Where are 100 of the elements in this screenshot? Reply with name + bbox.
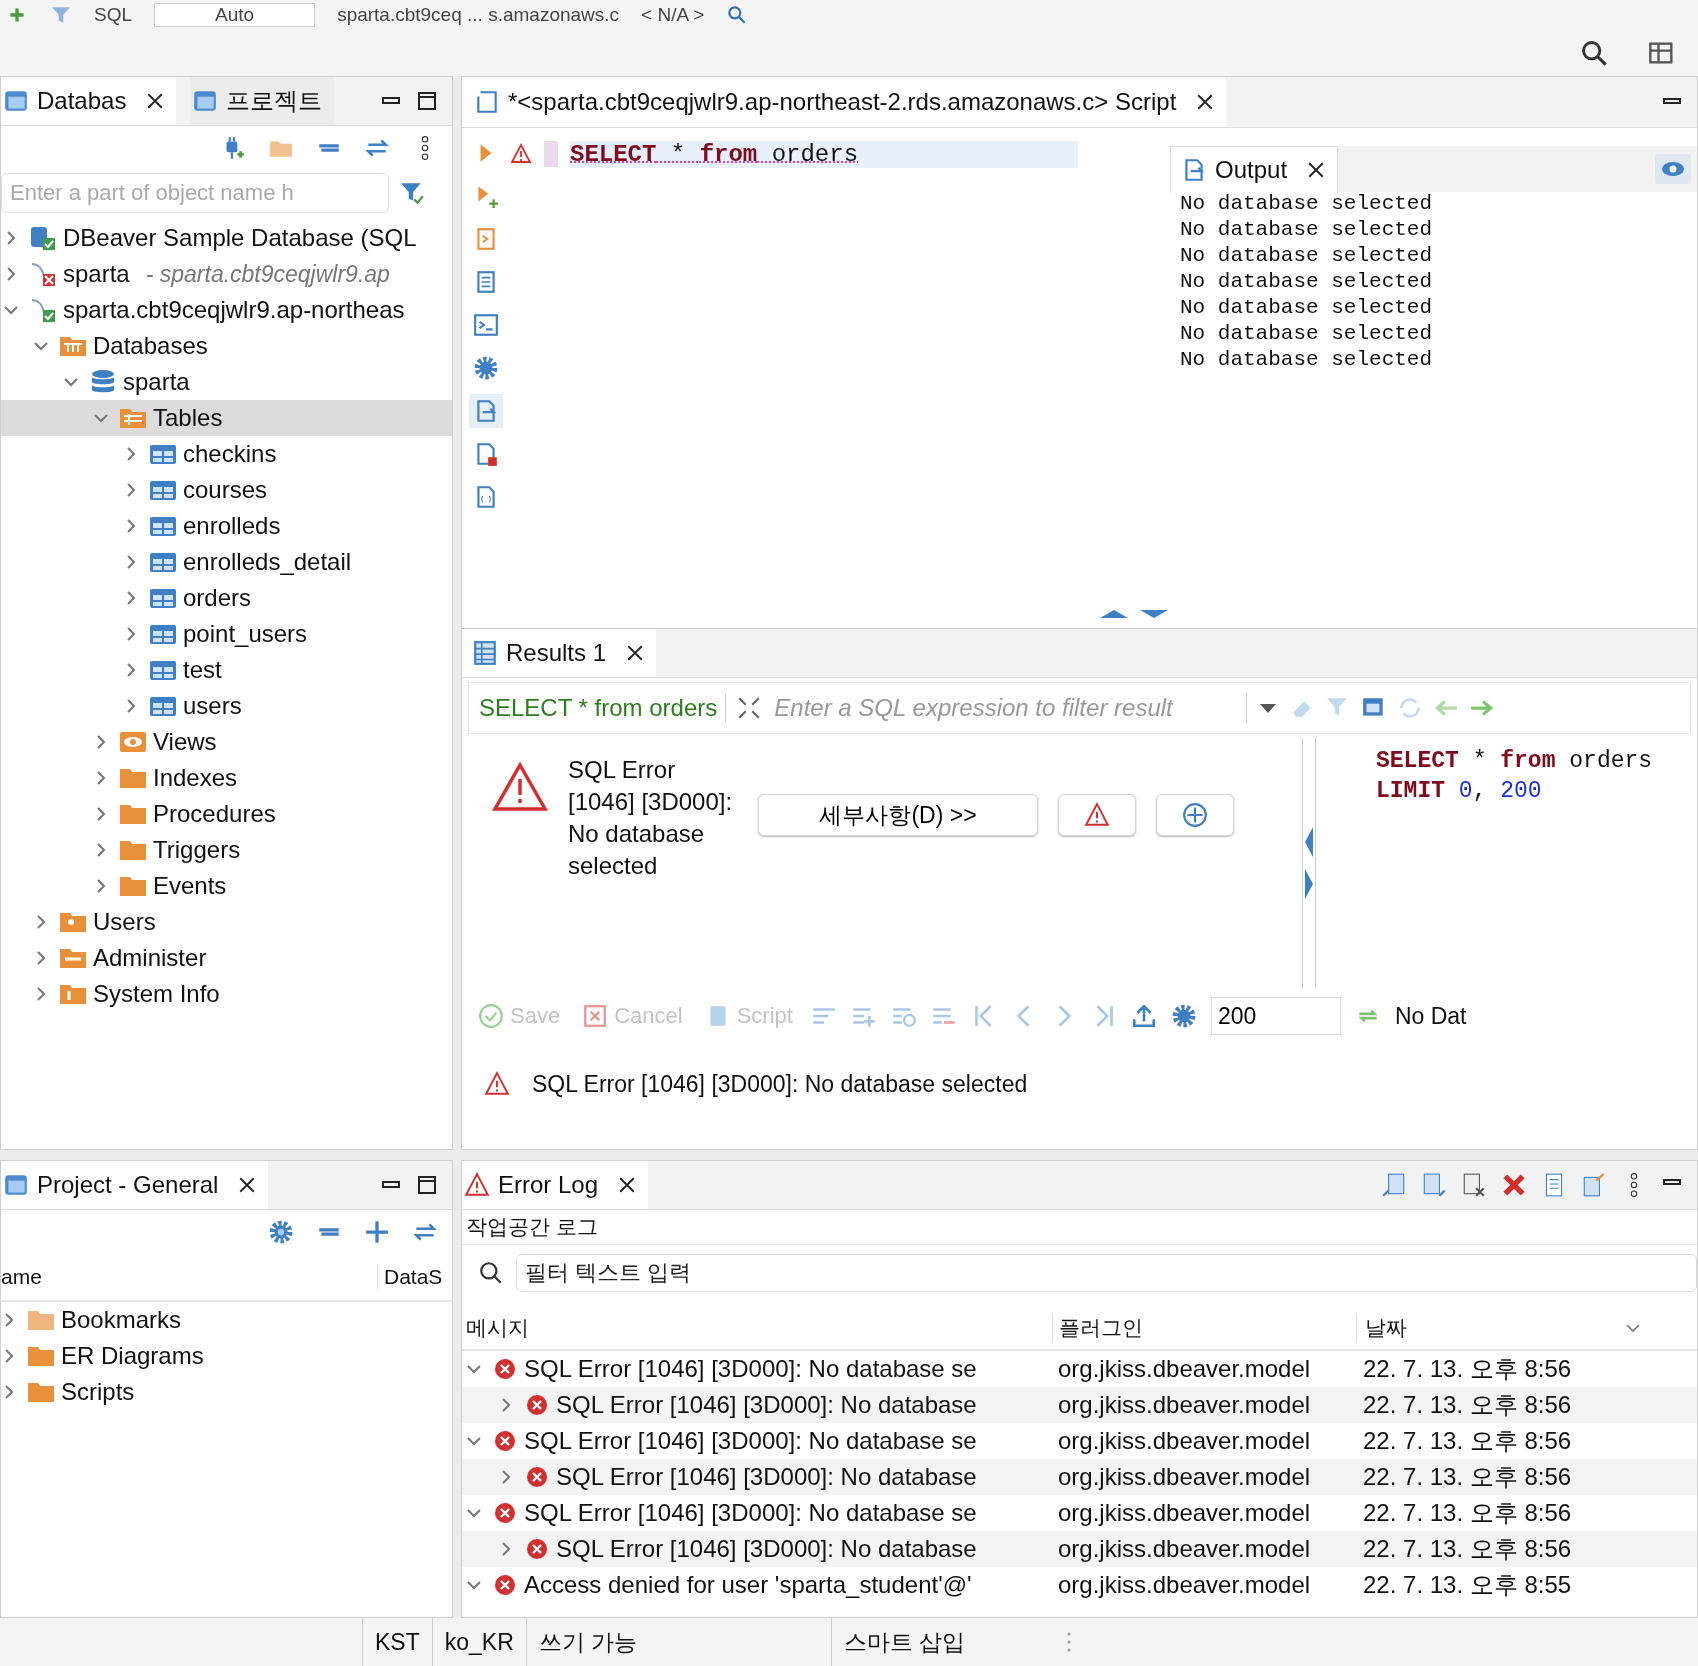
window-icon [3, 88, 29, 114]
output-line: No database selected [1180, 270, 1434, 295]
grid-icon [472, 640, 498, 666]
gear-icon[interactable] [1170, 1003, 1197, 1029]
crosshair-button[interactable] [1156, 794, 1234, 836]
status-field: 스마트 삽입 [830, 1618, 1066, 1666]
results-tab[interactable]: Results 1 [462, 629, 657, 677]
filter-field[interactable]: 필터 텍스트 입력 [516, 1254, 1697, 1292]
panel-tab[interactable]: Project - General [1, 1161, 269, 1209]
eye-icon[interactable] [1655, 154, 1691, 184]
tree-item[interactable]: Triggers [153, 836, 241, 864]
tree-item[interactable]: sparta [63, 260, 130, 288]
status-field: 쓰기 가능 [525, 1618, 831, 1666]
tree-item[interactable]: Users [93, 908, 156, 936]
editor-tab[interactable]: *<sparta.cbt9ceqjwlr9.ap-northeast-2.rds.amazonaws.c> Script [462, 77, 1227, 127]
code-line: LIMIT 0, 200 [1376, 778, 1543, 806]
toolbar-label[interactable]: SQL [94, 4, 133, 26]
output-line: No database selected [1180, 218, 1434, 243]
toolbar-label[interactable]: Auto [154, 3, 316, 27]
tree-item[interactable]: Databases [93, 332, 208, 360]
column-header[interactable]: 메시지 [462, 1314, 1052, 1342]
warning-icon [484, 1071, 510, 1097]
search-field[interactable]: Enter a part of object name h [1, 173, 389, 213]
tree-item[interactable]: users [183, 692, 242, 720]
tree-item[interactable]: Bookmarks [61, 1306, 182, 1334]
panel-tab[interactable]: 프로젝트 [190, 77, 335, 125]
gear-icon[interactable] [473, 355, 499, 381]
close-icon[interactable] [1307, 160, 1326, 179]
warning-icon [1084, 802, 1110, 828]
tree-item[interactable]: orders [183, 584, 252, 612]
error-icon [526, 1538, 548, 1560]
tree-item[interactable]: Scripts [61, 1378, 135, 1406]
toolbar-label[interactable]: sparta.cbt9ceq ... s.amazonaws.c [337, 4, 620, 26]
tree-item[interactable]: sparta [123, 368, 190, 396]
tree-item[interactable]: Indexes [153, 764, 238, 792]
error-icon [526, 1394, 548, 1416]
tree-item[interactable]: enrolleds_detail [183, 548, 352, 576]
tree-item[interactable]: Tables [153, 404, 223, 432]
tree-item[interactable]: point_users [183, 620, 308, 648]
toolbar-label[interactable]: < N/A > [641, 4, 705, 26]
warning-button[interactable] [1058, 794, 1136, 836]
crosshair-icon [1182, 802, 1208, 828]
filter-field[interactable]: Enter a SQL expression to filter result [772, 693, 1248, 723]
tree-item[interactable]: Events [153, 872, 227, 900]
panel-tab[interactable]: Error Log [462, 1161, 649, 1209]
tree-item[interactable]: checkins [183, 440, 277, 468]
column-header[interactable]: 날짜 [1356, 1314, 1625, 1342]
gear-icon[interactable] [268, 1219, 294, 1245]
search-icon[interactable] [1580, 39, 1608, 67]
open-log-icon[interactable] [1581, 1172, 1607, 1198]
close-icon[interactable] [1196, 93, 1215, 111]
plus-icon[interactable] [364, 1219, 390, 1245]
column-header[interactable]: ame [1, 1265, 377, 1289]
tree-item[interactable]: test [183, 656, 222, 684]
refresh-label: No Dat [1394, 1002, 1467, 1030]
close-icon[interactable] [146, 92, 165, 110]
column-header[interactable]: 플러그인 [1052, 1314, 1356, 1342]
status-field: ko_KR [431, 1618, 526, 1666]
table-cell-text: 22. 7. 13. 오후 8:56 [1362, 1534, 1573, 1564]
table-cell-text: 22. 7. 13. 오후 8:56 [1362, 1390, 1573, 1420]
cross-box-icon [582, 1003, 609, 1029]
tree-item[interactable]: courses [183, 476, 268, 504]
status-message: SQL Error [1046] [3D000]: No database selected [532, 1070, 1028, 1098]
tree-item[interactable]: Administer [93, 944, 207, 972]
collapse-arrows-icon[interactable] [1099, 608, 1170, 620]
triangle-left-icon[interactable] [1304, 827, 1314, 857]
output-line: No database selected [1180, 296, 1434, 321]
maximize-icon[interactable] [416, 1174, 438, 1196]
close-icon[interactable] [238, 1176, 257, 1194]
import-log-icon[interactable] [1421, 1172, 1447, 1198]
panel-tab[interactable]: Databas [1, 77, 177, 125]
details-button[interactable]: 세부사항(D) >> [758, 794, 1038, 836]
warning-icon [492, 762, 548, 812]
delete-icon[interactable] [1501, 1172, 1527, 1198]
tree-item[interactable]: System Info [93, 980, 220, 1008]
tree-item[interactable]: sparta.cbt9ceqjwlr9.ap-northeas [63, 296, 405, 324]
tree-item[interactable]: DBeaver Sample Database (SQL [63, 224, 417, 252]
output-line: No database selected [1180, 192, 1434, 217]
table-cell: SQL Error [1046] [3D000]: No database se [524, 1355, 977, 1383]
close-icon[interactable] [618, 1176, 637, 1194]
column-header[interactable]: DataS [377, 1265, 443, 1289]
close-icon[interactable] [626, 644, 645, 662]
export-log-icon[interactable] [1381, 1172, 1407, 1198]
table-cell-text: org.jkiss.dbeaver.model [1057, 1391, 1312, 1419]
connection-host: - sparta.cbt9ceqjwlr9.ap [145, 260, 390, 288]
fetch-size-field[interactable]: 200 [1210, 997, 1341, 1035]
export-icon[interactable] [1130, 1003, 1157, 1029]
clear-log-icon[interactable] [1461, 1172, 1487, 1198]
query-label[interactable]: SELECT * from orders [479, 694, 727, 722]
window-icon [3, 1172, 29, 1198]
maximize-icon[interactable] [416, 90, 438, 112]
tree-item[interactable]: Views [153, 728, 217, 756]
output-tab[interactable]: Output [1170, 145, 1339, 193]
terminal-icon[interactable] [473, 312, 499, 338]
tree-item[interactable]: Procedures [153, 800, 276, 828]
table-cell-text: 22. 7. 13. 오후 8:56 [1362, 1498, 1573, 1528]
funnel-icon[interactable] [399, 180, 425, 206]
tree-item[interactable]: enrolleds [183, 512, 281, 540]
triangle-right-icon[interactable] [1304, 869, 1314, 899]
tree-item[interactable]: ER Diagrams [61, 1342, 204, 1370]
